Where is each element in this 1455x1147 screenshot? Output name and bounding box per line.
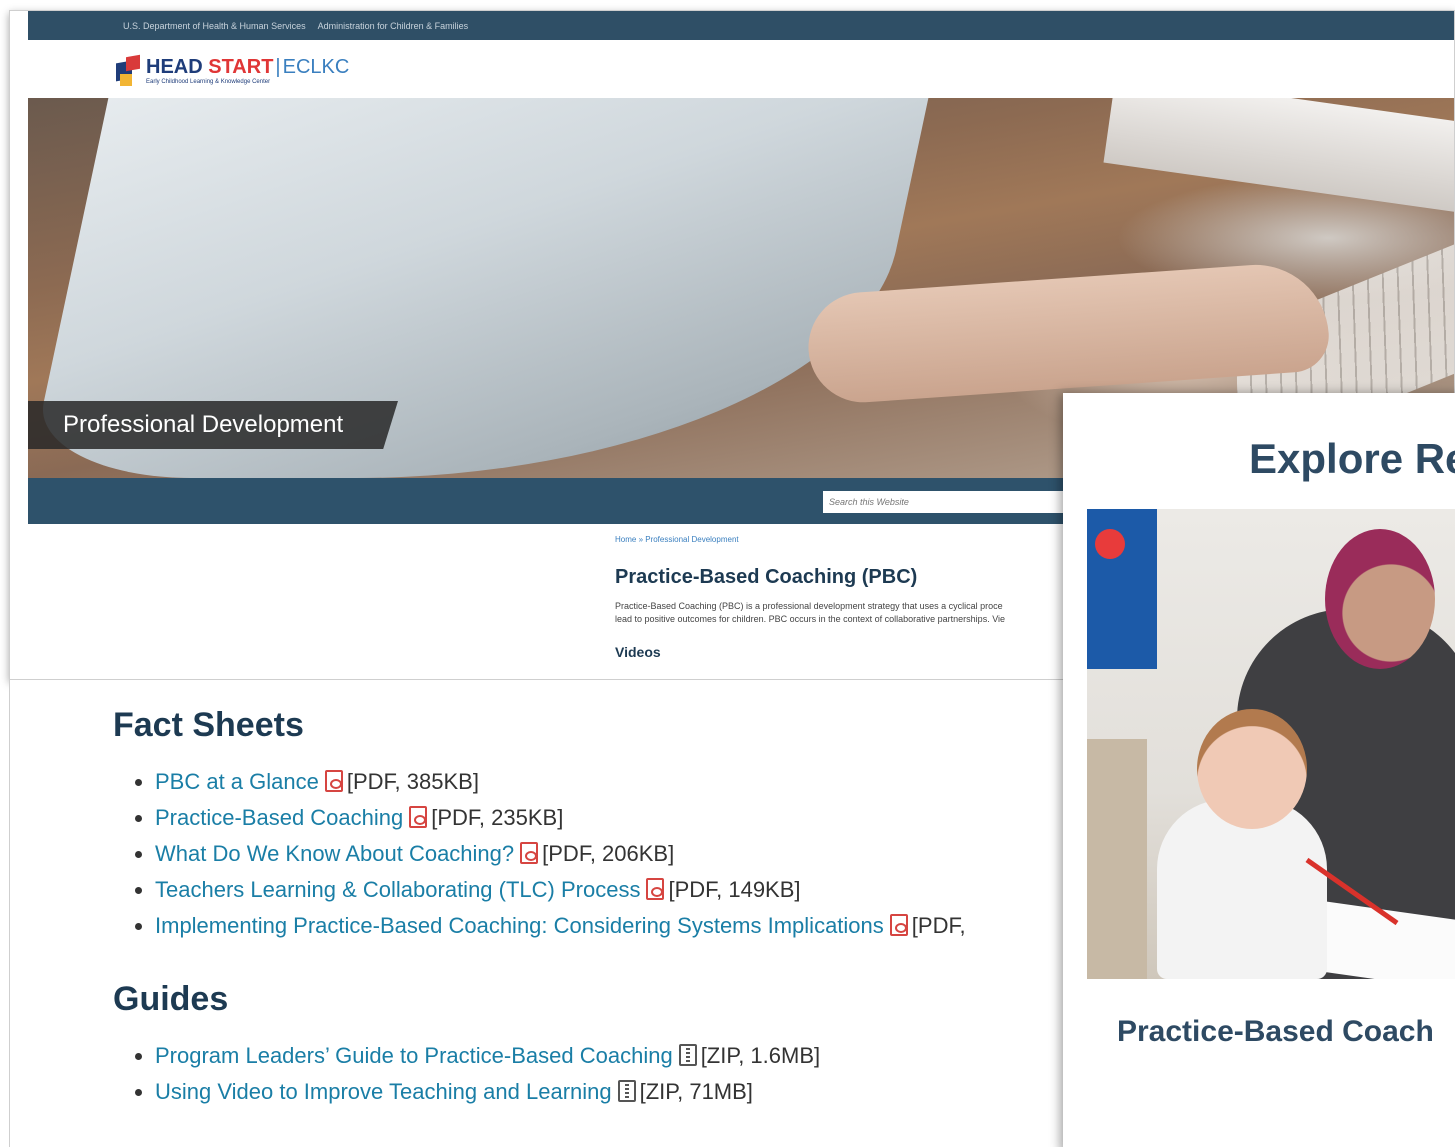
guides-heading: Guides: [113, 980, 229, 1018]
zip-file-icon: [617, 1080, 636, 1102]
photo-teacher-head: [1325, 529, 1435, 669]
list-item: Practice-Based Coaching [PDF, 235KB]: [135, 800, 966, 836]
guides-list: Program Leaders’ Guide to Practice-Based…: [134, 1038, 821, 1110]
intro-paragraph: Practice-Based Coaching (PBC) is a profe…: [615, 600, 1075, 626]
list-item: Program Leaders’ Guide to Practice-Based…: [134, 1038, 821, 1074]
file-meta: [PDF,: [911, 913, 966, 938]
fact-sheets-list: PBC at a Glance [PDF, 385KB] Practice-Bas…: [135, 764, 966, 944]
list-item: PBC at a Glance [PDF, 385KB]: [135, 764, 966, 800]
search-input[interactable]: [823, 491, 1083, 513]
pdf-file-icon: [889, 914, 908, 936]
hero-photo-laptop: [1103, 98, 1454, 213]
fact-sheet-link[interactable]: Implementing Practice-Based Coaching: Co…: [155, 913, 884, 938]
file-meta: [ZIP, 1.6MB]: [700, 1043, 821, 1068]
list-item: Using Video to Improve Teaching and Lear…: [134, 1074, 820, 1110]
logo-head-text: HEAD: [146, 56, 203, 78]
explore-resources-card[interactable]: Explore Re Practice-Based Coach: [1063, 393, 1455, 1147]
list-item: Teachers Learning & Collaborating (TLC) …: [135, 872, 966, 908]
acf-link[interactable]: Administration for Children & Families: [318, 21, 469, 31]
hhs-link[interactable]: U.S. Department of Health & Human Servic…: [123, 21, 306, 31]
logo-eclkc-text: ECLKC: [282, 56, 350, 78]
logo-separator: |: [275, 56, 281, 78]
fact-sheet-link[interactable]: What Do We Know About Coaching?: [155, 841, 514, 866]
head-start-logo[interactable]: HEAD START | ECLKC Early Childhood Learnin…: [114, 53, 349, 89]
list-item: What Do We Know About Coaching? [PDF, 206…: [135, 836, 966, 872]
intro-line-1: Practice-Based Coaching (PBC) is a profe…: [615, 601, 1003, 611]
logo-subtitle: Early Childhood Learning & Knowledge Cen…: [146, 79, 271, 85]
hero-label: Professional Development: [28, 401, 398, 449]
videos-heading: Videos: [615, 644, 661, 660]
pdf-file-icon: [520, 842, 539, 864]
photo-shelf: [1087, 739, 1147, 979]
pdf-file-icon: [409, 806, 428, 828]
guide-link[interactable]: Using Video to Improve Teaching and Lear…: [155, 1079, 612, 1104]
explore-caption-link[interactable]: Practice-Based Coach: [1117, 1015, 1434, 1049]
logo-start-text: START: [208, 56, 274, 78]
explore-title: Explore Re: [1249, 435, 1455, 482]
teacher-child-photo[interactable]: [1087, 509, 1455, 979]
fact-sheets-heading: Fact Sheets: [113, 706, 304, 744]
list-item: Implementing Practice-Based Coaching: Co…: [135, 908, 966, 944]
intro-line-2: lead to positive outcomes for children. …: [615, 614, 1006, 624]
zip-file-icon: [678, 1044, 697, 1066]
blocks-logo-icon: [114, 54, 142, 88]
fact-sheet-link[interactable]: PBC at a Glance: [155, 769, 319, 794]
page-title: Practice-Based Coaching (PBC): [615, 566, 918, 588]
fact-sheet-link[interactable]: Teachers Learning & Collaborating (TLC) …: [155, 877, 640, 902]
file-meta: [PDF, 149KB]: [668, 877, 801, 902]
file-meta: [PDF, 385KB]: [346, 769, 479, 794]
pdf-file-icon: [646, 878, 665, 900]
file-meta: [PDF, 206KB]: [542, 841, 675, 866]
resource-lists: Fact Sheets PBC at a Glance [PDF, 385KB] …: [9, 680, 1069, 1147]
file-meta: [PDF, 235KB]: [431, 805, 564, 830]
photo-child-head: [1197, 709, 1307, 829]
file-meta: [ZIP, 71MB]: [639, 1079, 753, 1104]
guide-link[interactable]: Program Leaders’ Guide to Practice-Based…: [155, 1043, 673, 1068]
breadcrumb[interactable]: Home » Professional Development: [615, 535, 739, 544]
photo-wall-art-dot: [1095, 529, 1125, 559]
government-banner: U.S. Department of Health & Human Servic…: [28, 11, 1454, 40]
photo-wall-art: [1087, 509, 1157, 669]
pdf-file-icon: [324, 770, 343, 792]
fact-sheet-link[interactable]: Practice-Based Coaching: [155, 805, 403, 830]
